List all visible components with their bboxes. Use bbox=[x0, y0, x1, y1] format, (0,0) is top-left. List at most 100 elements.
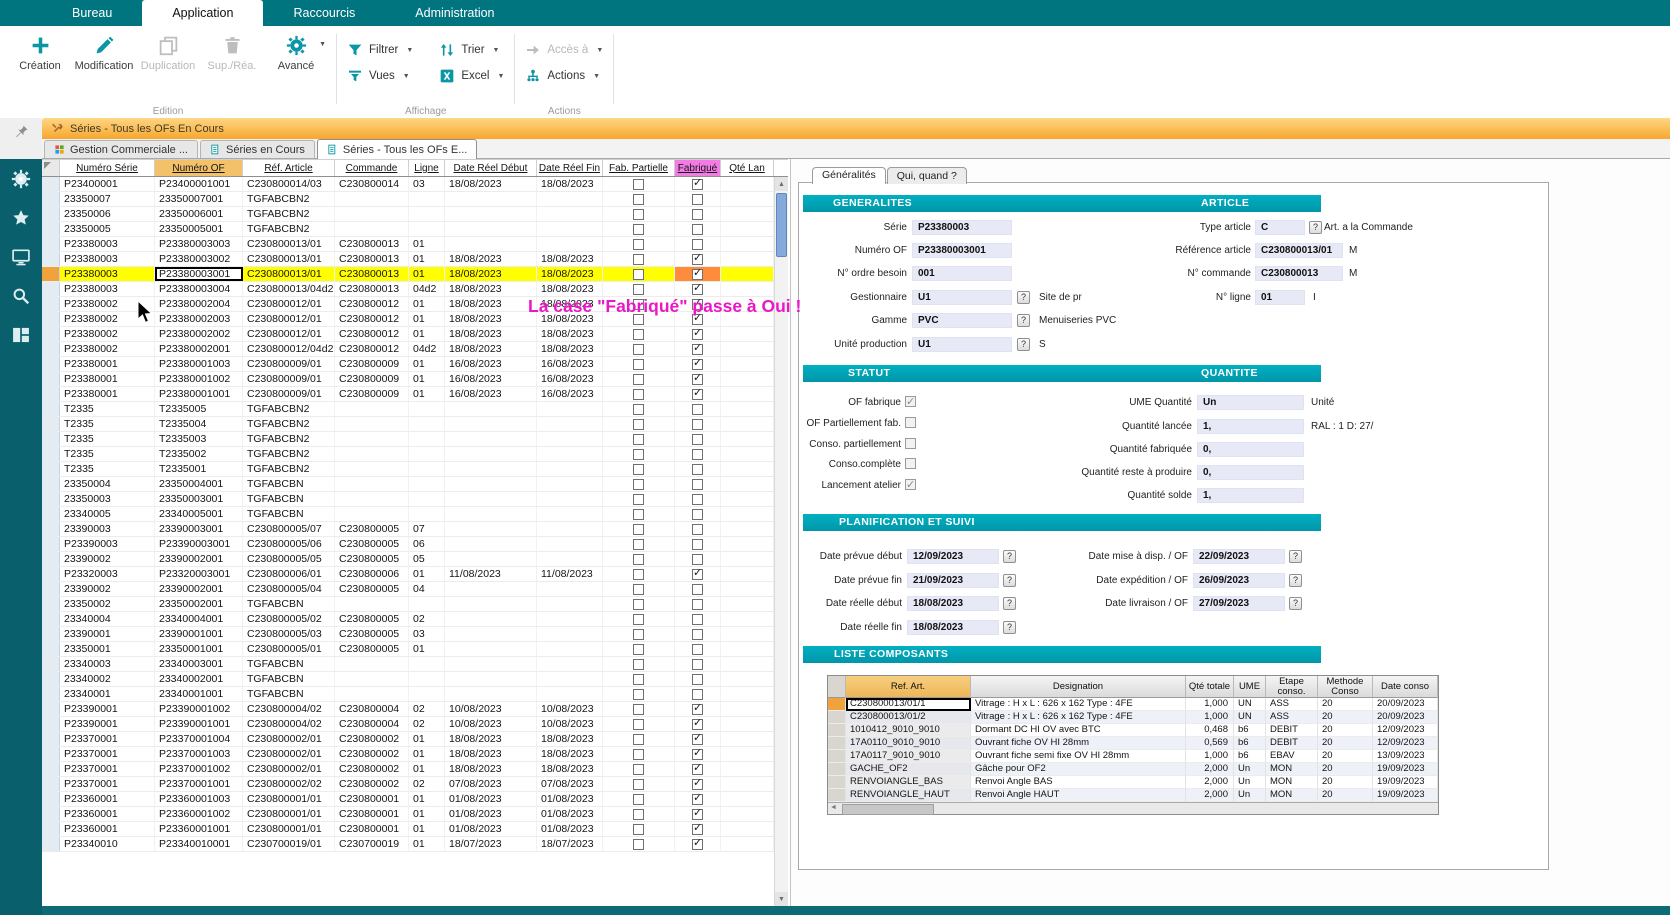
help-button[interactable]: ? bbox=[1289, 574, 1302, 587]
fab-partielle-checkbox[interactable] bbox=[633, 434, 644, 445]
column-header-date-reel-fin[interactable]: Date Réel Fin bbox=[537, 160, 603, 176]
row-selector[interactable] bbox=[42, 432, 60, 446]
field-n-commande[interactable]: C230800013 bbox=[1255, 266, 1343, 281]
fabrique-checkbox[interactable] bbox=[692, 524, 703, 535]
fab-partielle-checkbox[interactable] bbox=[633, 644, 644, 655]
row-selector[interactable] bbox=[42, 657, 60, 671]
composants-column-designation[interactable]: Designation bbox=[971, 676, 1186, 698]
fabrique-checkbox[interactable] bbox=[692, 599, 703, 610]
composants-column-etape-conso[interactable]: Etape conso. bbox=[1266, 676, 1318, 698]
fab-partielle-checkbox[interactable] bbox=[633, 359, 644, 370]
row-selector[interactable] bbox=[42, 822, 60, 836]
fab-partielle-checkbox[interactable] bbox=[633, 224, 644, 235]
help-button[interactable]: ? bbox=[1309, 221, 1322, 234]
table-row[interactable]: 2339000123390001001C230800005/03C2308000… bbox=[42, 627, 774, 642]
fabrique-checkbox[interactable] bbox=[692, 554, 703, 565]
row-selector[interactable] bbox=[42, 747, 60, 761]
row-selector[interactable] bbox=[42, 327, 60, 341]
scrollbar-thumb[interactable] bbox=[776, 193, 787, 257]
fabrique-checkbox[interactable] bbox=[692, 239, 703, 250]
of-partiellement-fab-checkbox[interactable] bbox=[905, 417, 916, 428]
fab-partielle-checkbox[interactable] bbox=[633, 734, 644, 745]
fabrique-checkbox[interactable] bbox=[692, 494, 703, 505]
fabrique-checkbox[interactable] bbox=[692, 749, 703, 760]
fab-partielle-checkbox[interactable] bbox=[633, 629, 644, 640]
fabrique-checkbox[interactable] bbox=[692, 569, 703, 580]
search-icon[interactable] bbox=[11, 286, 31, 306]
fab-partielle-checkbox[interactable] bbox=[633, 344, 644, 355]
table-row[interactable]: 2334000323340003001TGFABCBN bbox=[42, 657, 774, 672]
field-n-ordre-besoin[interactable]: 001 bbox=[912, 266, 1012, 281]
composant-row[interactable]: GACHE_OF2Gâche pour OF22,000UnMON2019/09… bbox=[828, 763, 1438, 776]
row-selector[interactable] bbox=[42, 702, 60, 716]
column-header-ref-article[interactable]: Réf. Article bbox=[243, 160, 335, 176]
fabrique-checkbox[interactable] bbox=[692, 434, 703, 445]
fab-partielle-checkbox[interactable] bbox=[633, 749, 644, 760]
menu-raccourcis[interactable]: Raccourcis bbox=[263, 0, 385, 26]
fabrique-checkbox[interactable] bbox=[692, 779, 703, 790]
fab-partielle-checkbox[interactable] bbox=[633, 569, 644, 580]
field-ume-quantite[interactable]: Un bbox=[1197, 395, 1304, 410]
conso-partiellement-checkbox[interactable] bbox=[905, 438, 916, 449]
row-selector[interactable] bbox=[42, 537, 60, 551]
field-quantite-fabriquee[interactable]: 0, bbox=[1197, 442, 1304, 457]
row-selector[interactable] bbox=[42, 807, 60, 821]
row-selector[interactable] bbox=[42, 732, 60, 746]
avance-button[interactable]: Avancé▼ bbox=[266, 28, 326, 72]
field-reference-article[interactable]: C230800013/01 bbox=[1255, 243, 1343, 258]
row-selector[interactable] bbox=[42, 297, 60, 311]
fabrique-checkbox[interactable] bbox=[692, 764, 703, 775]
fabrique-checkbox[interactable] bbox=[692, 209, 703, 220]
table-row[interactable]: 2334000123340001001TGFABCBN bbox=[42, 687, 774, 702]
actions-button[interactable]: Actions▼ bbox=[525, 68, 603, 84]
composant-row[interactable]: RENVOIANGLE_HAUTRenvoi Angle HAUT2,000Un… bbox=[828, 789, 1438, 802]
fabrique-checkbox[interactable] bbox=[692, 464, 703, 475]
help-button[interactable]: ? bbox=[1003, 550, 1016, 563]
row-selector[interactable] bbox=[828, 763, 846, 776]
fabrique-checkbox[interactable] bbox=[692, 254, 703, 265]
fabrique-checkbox[interactable] bbox=[692, 344, 703, 355]
composants-column-date-conso[interactable]: Date conso bbox=[1373, 676, 1438, 698]
fabrique-checkbox[interactable] bbox=[692, 674, 703, 685]
field-date-livraison-of[interactable]: 27/09/2023 bbox=[1193, 596, 1285, 611]
row-selector[interactable] bbox=[42, 312, 60, 326]
row-selector[interactable] bbox=[42, 192, 60, 206]
help-button[interactable]: ? bbox=[1017, 338, 1030, 351]
composant-row[interactable]: 17A0110_9010_9010Ouvrant fiche OV HI 28m… bbox=[828, 737, 1438, 750]
fabrique-checkbox[interactable] bbox=[692, 629, 703, 640]
fabrique-checkbox[interactable] bbox=[692, 269, 703, 280]
table-row[interactable]: 2335000723350007001TGFABCBN2 bbox=[42, 192, 774, 207]
conso-complete-checkbox[interactable] bbox=[905, 458, 916, 469]
fab-partielle-checkbox[interactable] bbox=[633, 719, 644, 730]
table-row[interactable]: P23360001P23360001002C230800001/01C23080… bbox=[42, 807, 774, 822]
help-button[interactable]: ? bbox=[1289, 550, 1302, 563]
row-selector[interactable] bbox=[42, 507, 60, 521]
fabrique-checkbox[interactable] bbox=[692, 614, 703, 625]
row-selector[interactable] bbox=[42, 417, 60, 431]
fab-partielle-checkbox[interactable] bbox=[633, 509, 644, 520]
table-row[interactable]: P23380003P23380003002C230800013/01C23080… bbox=[42, 252, 774, 267]
fab-partielle-checkbox[interactable] bbox=[633, 404, 644, 415]
field-unite-production[interactable]: U1 bbox=[912, 337, 1012, 352]
fabrique-checkbox[interactable] bbox=[692, 419, 703, 430]
fab-partielle-checkbox[interactable] bbox=[633, 839, 644, 850]
row-selector[interactable] bbox=[42, 777, 60, 791]
help-button[interactable]: ? bbox=[1003, 597, 1016, 610]
row-selector[interactable] bbox=[42, 582, 60, 596]
fab-partielle-checkbox[interactable] bbox=[633, 809, 644, 820]
row-selector[interactable] bbox=[42, 342, 60, 356]
row-selector[interactable] bbox=[42, 207, 60, 221]
gear-icon[interactable] bbox=[11, 169, 31, 189]
row-selector[interactable] bbox=[42, 402, 60, 416]
table-row[interactable]: P23370001P23370001003C230800002/01C23080… bbox=[42, 747, 774, 762]
row-selector[interactable] bbox=[42, 612, 60, 626]
composant-row[interactable]: 1010412_9010_9010Dormant DC HI OV avec B… bbox=[828, 724, 1438, 737]
row-selector[interactable] bbox=[42, 447, 60, 461]
fab-partielle-checkbox[interactable] bbox=[633, 239, 644, 250]
field-numero-of[interactable]: P23380003001 bbox=[912, 243, 1012, 258]
table-row[interactable]: P23380001P23380001003C230800009/01C23080… bbox=[42, 357, 774, 372]
excel-button[interactable]: Excel▼ bbox=[439, 68, 504, 84]
table-row[interactable]: P23380003P23380003003C230800013/01C23080… bbox=[42, 237, 774, 252]
row-selector[interactable] bbox=[42, 552, 60, 566]
tab-gestion-commerciale[interactable]: Gestion Commerciale ... bbox=[44, 140, 198, 158]
